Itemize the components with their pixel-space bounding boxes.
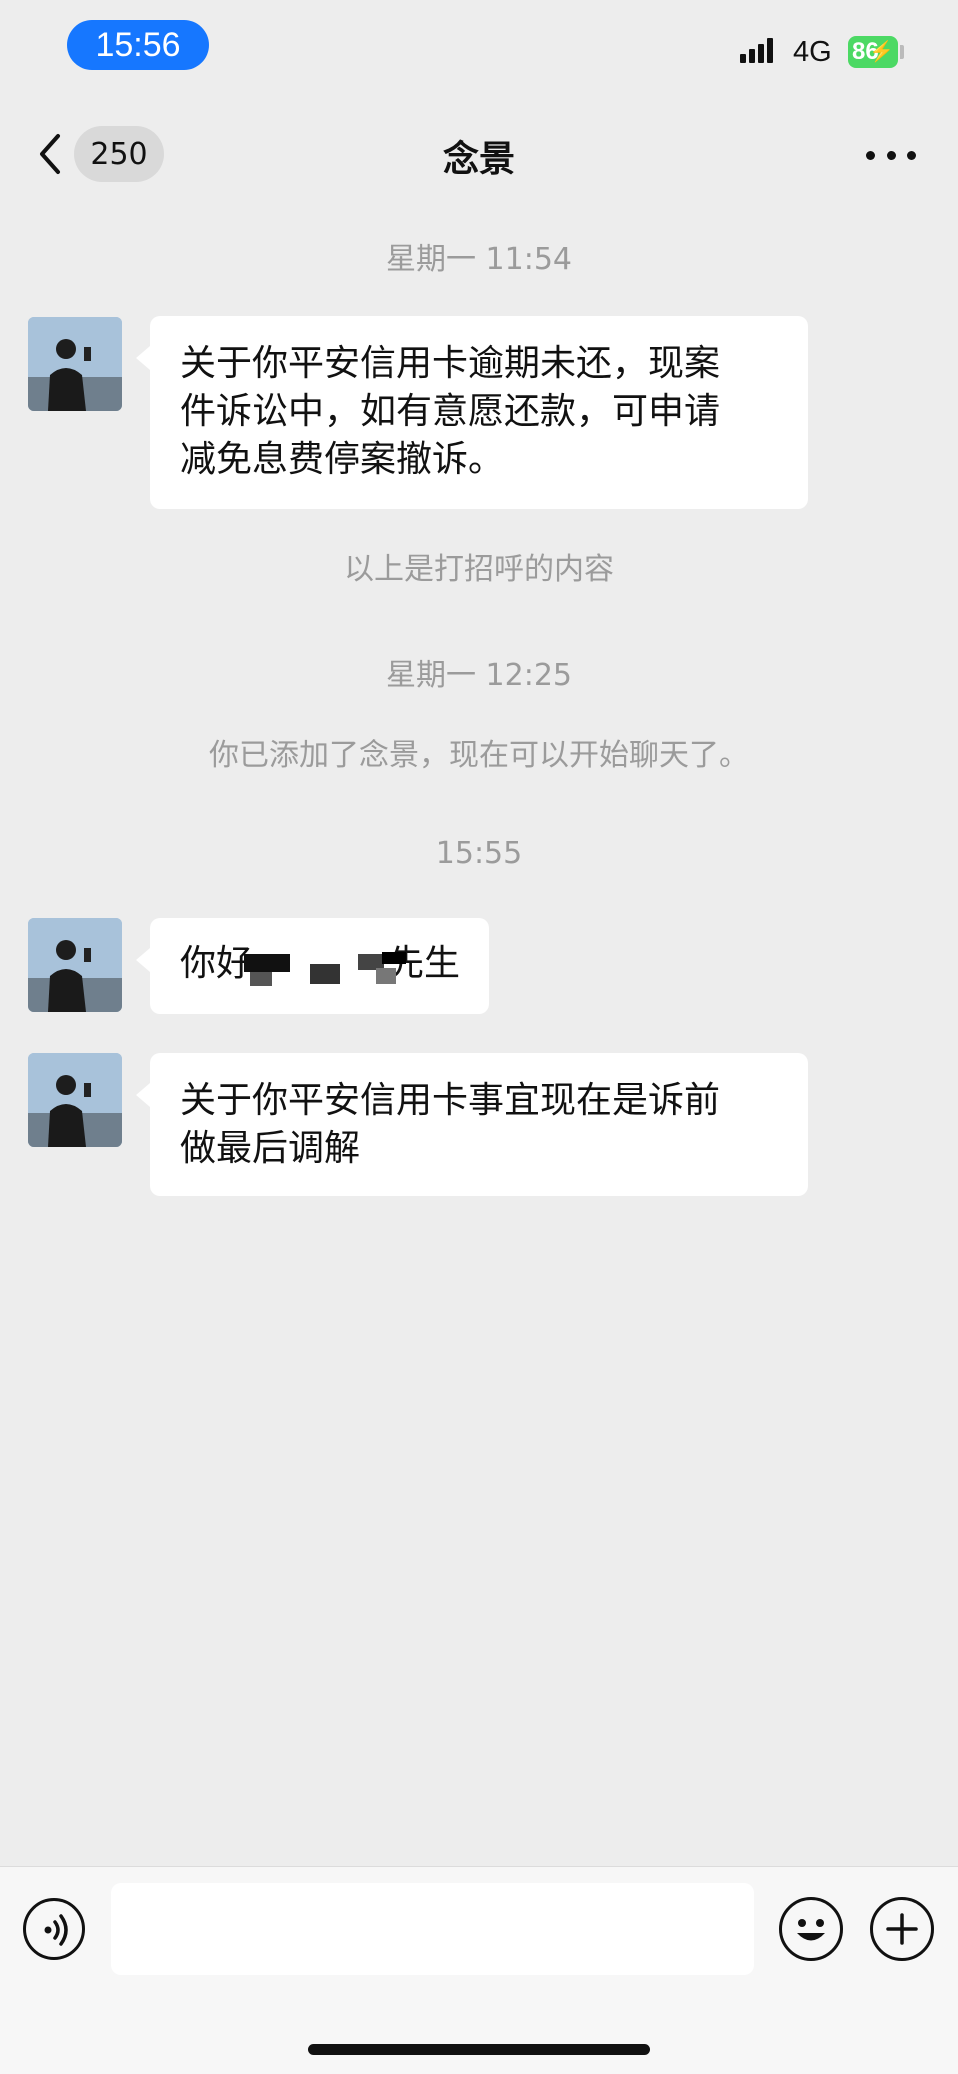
message-bubble[interactable]: 关于你平安信用卡事宜现在是诉前 做最后调解 xyxy=(136,1053,808,1196)
message-bubble[interactable]: 你好 先生 xyxy=(136,918,489,1014)
status-time: 15:56 xyxy=(67,20,209,70)
system-notice: 以上是打招呼的内容 xyxy=(344,552,614,587)
message-input[interactable] xyxy=(111,1883,754,1975)
person-photo-icon xyxy=(28,918,122,1012)
home-indicator[interactable] xyxy=(308,2044,650,2055)
emoji-icon[interactable] xyxy=(779,1897,843,1961)
chat-title: 念景 xyxy=(442,139,515,180)
message-text-start: 你好 xyxy=(180,943,253,984)
more-dots-icon[interactable] xyxy=(866,140,916,170)
message-line: 关于你平安信用卡逾期未还，现案 xyxy=(180,343,721,384)
timestamp: 星期一 11:54 xyxy=(386,242,572,277)
chat-header: 250 念景 xyxy=(0,110,958,200)
signal-icon xyxy=(740,37,780,63)
contact-avatar[interactable] xyxy=(28,1053,122,1147)
message-line: 做最后调解 xyxy=(180,1128,361,1169)
message-bubble[interactable]: 关于你平安信用卡逾期未还，现案 件诉讼中，如有意愿还款，可申请 减免息费停案撤诉… xyxy=(136,316,808,509)
input-bar xyxy=(0,1866,958,2074)
battery-cap xyxy=(900,45,904,59)
system-notice: 你已添加了念景，现在可以开始聊天了。 xyxy=(209,738,749,773)
voice-icon[interactable] xyxy=(23,1898,85,1960)
person-photo-icon xyxy=(28,317,122,411)
message-line: 减免息费停案撤诉。 xyxy=(180,439,505,480)
bolt-icon: ⚡ xyxy=(869,41,894,63)
contact-avatar[interactable] xyxy=(28,918,122,1012)
message-line: 关于你平安信用卡事宜现在是诉前 xyxy=(180,1080,721,1121)
person-photo-icon xyxy=(28,1053,122,1147)
network-type: 4G xyxy=(793,36,832,68)
timestamp: 星期一 12:25 xyxy=(386,658,572,693)
timestamp: 15:55 xyxy=(435,836,523,871)
status-bar: 15:56 4G 86 ⚡ xyxy=(0,0,958,90)
contact-avatar[interactable] xyxy=(28,317,122,411)
message-line: 件诉讼中，如有意愿还款，可申请 xyxy=(180,391,721,432)
battery-charging-icon: 86 ⚡ xyxy=(848,36,898,68)
plus-icon[interactable] xyxy=(870,1897,934,1961)
